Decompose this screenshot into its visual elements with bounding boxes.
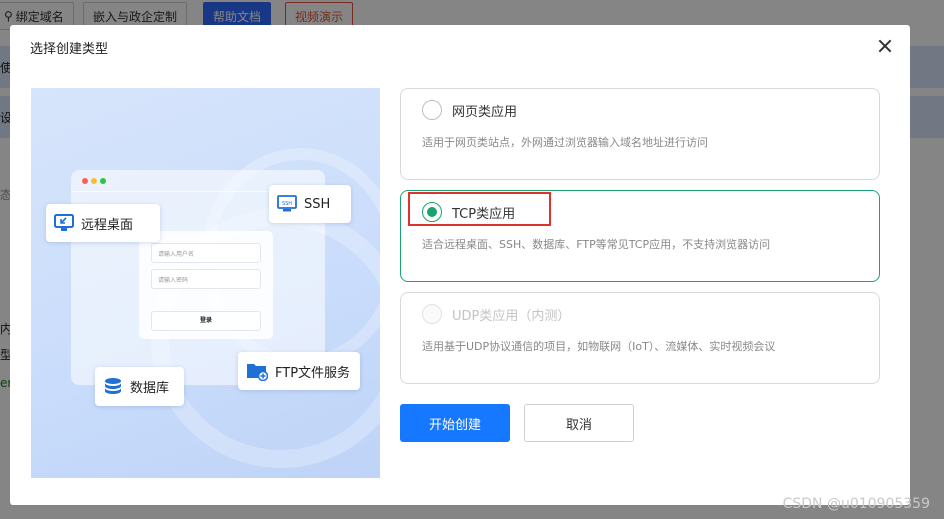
database-tag: 数据库 xyxy=(95,367,184,406)
illustration-panel: 请输入用户名 请输入密码 登录 远程桌面 SSH SSH 数据库 FTP文件服务 xyxy=(31,88,380,478)
option-tcp-app[interactable]: TCP类应用 适合远程桌面、SSH、数据库、FTP等常见TCP应用，不支持浏览器… xyxy=(400,190,880,282)
ssh-terminal-icon: SSH xyxy=(277,195,297,212)
radio-udp-app xyxy=(422,304,442,324)
create-type-dialog: 选择创建类型 请输入用户名 请输入密码 登录 远程桌面 SSH SSH 数据库 … xyxy=(10,25,910,505)
login-button-graphic: 登录 xyxy=(151,311,261,331)
option-udp-app-title: UDP类应用（内测） xyxy=(452,309,571,324)
ssh-tag: SSH SSH xyxy=(269,185,351,223)
remote-desktop-label: 远程桌面 xyxy=(81,217,134,233)
option-udp-app: UDP类应用（内测） 适用基于UDP协议通信的项目，如物联网（IoT）、流媒体、… xyxy=(400,292,880,384)
username-field-graphic: 请输入用户名 xyxy=(151,243,261,263)
annotation-highlight-box xyxy=(408,192,551,226)
ftp-label: FTP文件服务 xyxy=(275,365,351,381)
database-label: 数据库 xyxy=(130,381,170,396)
svg-text:SSH: SSH xyxy=(282,201,292,207)
window-dot-icon xyxy=(100,178,106,184)
remote-desktop-icon xyxy=(54,214,74,231)
database-icon xyxy=(105,377,121,394)
password-field-graphic: 请输入密码 xyxy=(151,269,261,289)
option-web-app[interactable]: 网页类应用 适用于网页类站点，外网通过浏览器输入域名地址进行访问 xyxy=(400,88,880,180)
option-tcp-app-desc: 适合远程桌面、SSH、数据库、FTP等常见TCP应用，不支持浏览器访问 xyxy=(422,238,771,251)
dialog-title: 选择创建类型 xyxy=(30,42,109,57)
remote-desktop-tag: 远程桌面 xyxy=(46,204,160,242)
window-dot-icon xyxy=(91,178,97,184)
ftp-tag: FTP文件服务 xyxy=(238,352,360,390)
login-card-graphic: 请输入用户名 请输入密码 登录 xyxy=(139,231,273,339)
ssh-label: SSH xyxy=(304,196,331,212)
watermark: CSDN @u010905359 xyxy=(782,496,930,512)
close-icon[interactable] xyxy=(878,39,892,53)
option-web-app-desc: 适用于网页类站点，外网通过浏览器输入域名地址进行访问 xyxy=(422,136,708,149)
option-udp-app-desc: 适用基于UDP协议通信的项目，如物联网（IoT）、流媒体、实时视频会议 xyxy=(422,340,776,353)
option-web-app-title: 网页类应用 xyxy=(452,105,518,120)
start-create-button[interactable]: 开始创建 xyxy=(400,404,510,442)
window-dot-icon xyxy=(82,178,88,184)
ftp-folder-icon xyxy=(247,364,268,381)
cancel-button[interactable]: 取消 xyxy=(524,404,634,442)
radio-web-app[interactable] xyxy=(422,100,442,120)
